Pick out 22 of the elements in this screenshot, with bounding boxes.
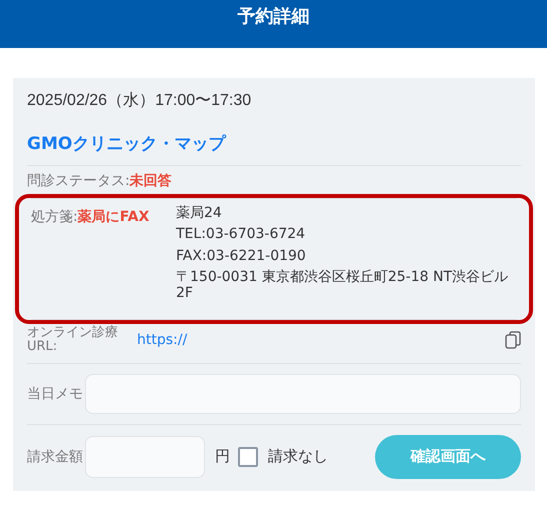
currency-unit: 円 (215, 447, 230, 466)
copy-icon[interactable] (505, 331, 521, 350)
confirm-button[interactable]: 確認画面へ (375, 434, 521, 479)
no-charge-checkbox[interactable] (238, 446, 258, 467)
pharmacy-info: TEL:03-6703-6724 (176, 227, 306, 243)
status-value: 未回答 (130, 172, 172, 190)
url-link[interactable]: https:// (137, 332, 505, 348)
memo-label: 当日メモ (27, 384, 83, 403)
prescription-label: 処方箋: (31, 209, 78, 225)
status-label: 問診ステータス: (27, 172, 130, 190)
online-url-label: オンライン診療URL: (27, 326, 119, 355)
amount-field[interactable] (85, 436, 205, 478)
pharmacy-info: 薬局24 (176, 206, 223, 222)
pharmacy-info: 〒150-0031 東京都渋谷区桜丘町25-18 NT渋谷ビル2F (176, 270, 510, 301)
pharmacy-info: FAX:03-6221-0190 (176, 248, 307, 264)
appointment-datetime: 2025/02/26（水）17:00〜17:30 (27, 90, 252, 111)
prescription-method: 薬局にFAX (78, 209, 150, 225)
page-title: 予約詳細 (238, 5, 310, 28)
memo-field[interactable] (85, 374, 521, 414)
no-charge-label: 請求なし (268, 447, 328, 466)
clinic-link[interactable]: GMOクリニック・マップ (27, 132, 521, 166)
amount-label: 請求金額 (27, 448, 83, 466)
